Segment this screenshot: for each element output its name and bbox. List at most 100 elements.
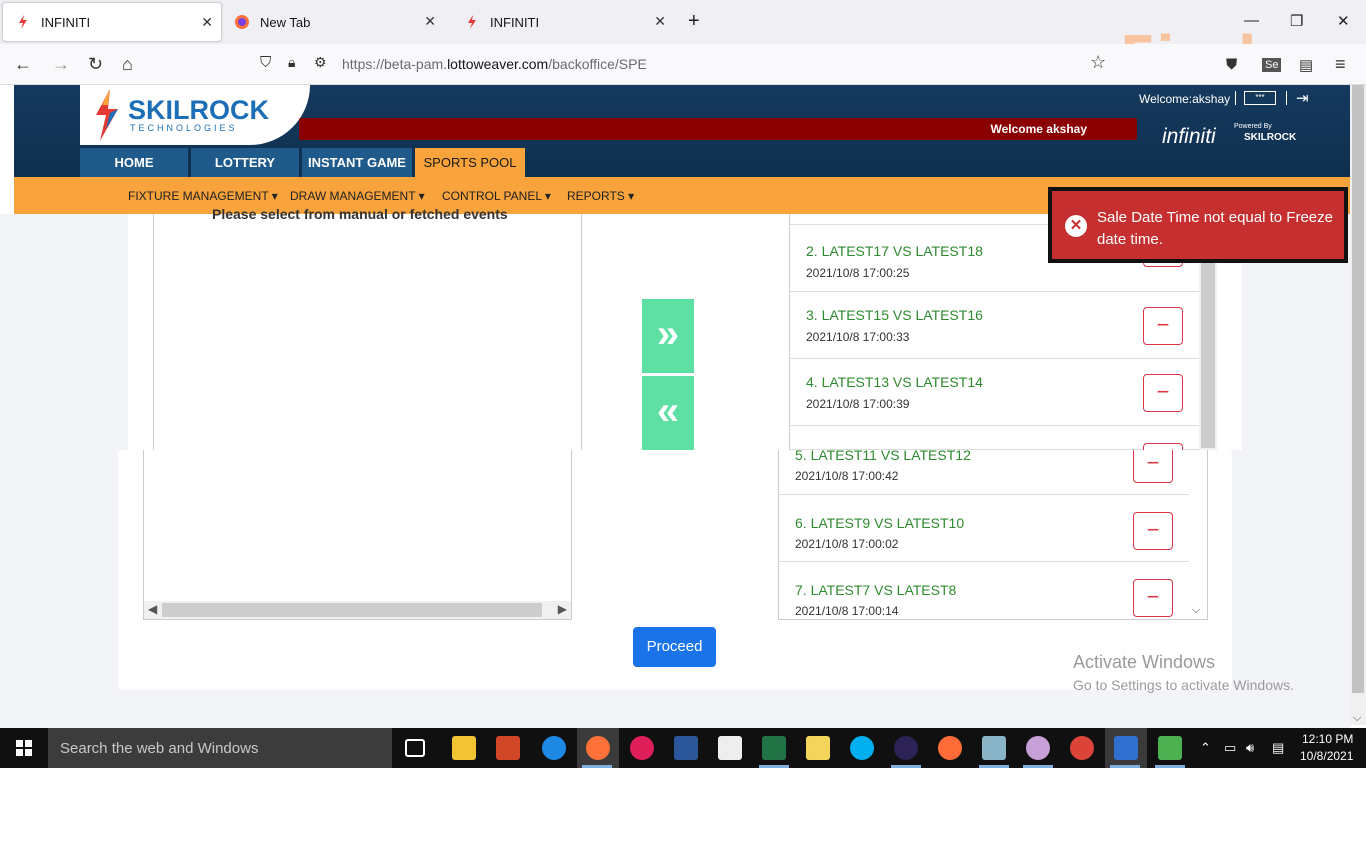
add-all-button[interactable]: » — [642, 299, 694, 373]
remove-event-button[interactable] — [1143, 443, 1183, 450]
slack-icon[interactable] — [630, 736, 654, 760]
paint-icon[interactable] — [1026, 736, 1050, 760]
logout-icon[interactable]: ⇥ — [1296, 89, 1309, 107]
change-password-box[interactable]: *** — [1244, 91, 1276, 105]
battery-icon[interactable]: ▭ — [1224, 740, 1236, 756]
remove-event-button[interactable]: − — [1143, 374, 1183, 412]
remove-event-button[interactable]: − — [1133, 579, 1173, 617]
logo-name: SKILROCK — [128, 95, 269, 125]
event-time: 2021/10/8 17:00:42 — [795, 469, 899, 483]
chrome-icon[interactable] — [1070, 736, 1094, 760]
tab-sports-pool[interactable]: SPORTS POOL — [415, 148, 525, 177]
url-bar[interactable]: ⛉ 🔒︎ ⚙︎ https://beta-pam.lottoweaver.com… — [252, 49, 1120, 79]
windows-taskbar: Search the web and Windows ⌃ ▭ 🔊︎ ▤ 12:1… — [0, 728, 1366, 768]
tab-close-icon[interactable]: ✕ — [424, 13, 436, 30]
clock-date[interactable]: 10/8/2021 — [1300, 749, 1353, 763]
powered-by-label: Powered By — [1234, 123, 1272, 130]
powerpoint-icon[interactable] — [496, 736, 520, 760]
forward-arrow-icon[interactable]: → — [52, 54, 70, 75]
scroll-thumb[interactable] — [162, 603, 542, 617]
tab-close-icon[interactable]: ✕ — [654, 13, 666, 30]
welcome-banner-text: Welcome akshay — [990, 122, 1088, 136]
left-panel-title: Please select from manual or fetched eve… — [212, 206, 508, 222]
menu-fixture-management[interactable]: FIXTURE MANAGEMENT ▾ — [128, 189, 278, 203]
notifications-icon[interactable]: ▤ — [1272, 740, 1284, 756]
remove-event-button[interactable]: − — [1133, 512, 1173, 550]
event-time: 2021/10/8 17:00:14 — [795, 604, 899, 618]
scroll-down-chevron-icon[interactable]: ⌵ — [1353, 712, 1361, 725]
home-icon[interactable]: ⌂ — [122, 54, 133, 75]
tab-instant-game[interactable]: INSTANT GAME — [302, 148, 412, 177]
sticky-notes-icon[interactable] — [806, 736, 830, 760]
available-events-panel[interactable]: Please select from manual or fetched eve… — [153, 206, 582, 450]
eclipse-icon[interactable] — [894, 736, 918, 760]
skilrock-logo[interactable]: SKILROCK TECHNOLOGIES — [80, 85, 310, 145]
notepad-icon[interactable] — [982, 736, 1006, 760]
word-icon[interactable] — [674, 736, 698, 760]
scroll-down-chevron-icon[interactable]: ⌵ — [1192, 604, 1200, 617]
list-item: 4. LATEST13 VS LATEST14 2021/10/8 17:00:… — [790, 359, 1199, 426]
tab-home[interactable]: HOME — [80, 148, 188, 177]
tray-chevron-icon[interactable]: ⌃ — [1200, 740, 1211, 756]
remove-event-button[interactable]: − — [1133, 450, 1173, 483]
event-name: 6. LATEST9 VS LATEST10 — [795, 515, 965, 531]
page-vertical-scrollbar[interactable]: ⌵ — [1350, 85, 1366, 725]
file-explorer-icon[interactable] — [452, 736, 476, 760]
shield-icon[interactable]: ⛉ — [260, 54, 271, 71]
firefox-icon[interactable] — [586, 736, 610, 760]
url-text[interactable]: https://beta-pam.lottoweaver.com/backoff… — [342, 56, 647, 72]
extension-icon[interactable]: ▤ — [1299, 56, 1313, 74]
menu-draw-management[interactable]: DRAW MANAGEMENT ▾ — [290, 189, 425, 203]
browser-tab-infiniti-1[interactable]: INFINITI ✕ — [2, 2, 222, 42]
store-icon[interactable] — [718, 736, 742, 760]
excel-icon[interactable] — [762, 736, 786, 760]
taskbar-search[interactable]: Search the web and Windows — [48, 728, 392, 768]
volume-icon[interactable]: 🔊︎ — [1246, 740, 1254, 756]
list-item: 7. LATEST7 VS LATEST8 2021/10/8 17:00:14… — [779, 562, 1189, 619]
active-indicator — [1110, 765, 1140, 768]
tab-close-icon[interactable]: ✕ — [201, 14, 213, 31]
menu-control-panel[interactable]: CONTROL PANEL ▾ — [442, 189, 551, 203]
windows-start-icon[interactable] — [16, 740, 32, 756]
active-indicator — [759, 765, 789, 768]
proceed-button[interactable]: Proceed — [633, 627, 716, 667]
bookmark-star-icon[interactable]: ☆ — [1090, 52, 1106, 73]
tab-lottery[interactable]: LOTTERY — [191, 148, 299, 177]
postman-icon[interactable] — [938, 736, 962, 760]
scroll-left-icon[interactable]: ◀ — [148, 602, 157, 616]
available-events-panel[interactable]: ◀ ▶ — [143, 450, 572, 620]
activate-windows-subtitle: Go to Settings to activate Windows. — [1073, 677, 1294, 693]
remove-all-button[interactable]: « — [642, 376, 694, 450]
browser-tab-infiniti-2[interactable]: INFINITI ✕ — [452, 2, 674, 42]
reload-icon[interactable]: ↻ — [88, 54, 103, 75]
active-indicator — [1155, 765, 1185, 768]
new-tab-plus-icon[interactable]: + — [688, 10, 700, 33]
toast-message: Sale Date Time not equal to Freeze date … — [1097, 209, 1333, 248]
event-time: 2021/10/8 17:00:02 — [795, 537, 899, 551]
active-indicator — [582, 765, 612, 768]
pocket-icon[interactable]: ⛊ — [1226, 56, 1237, 73]
remove-event-button[interactable]: − — [1143, 307, 1183, 345]
back-arrow-icon[interactable]: ← — [14, 54, 32, 75]
active-indicator — [891, 765, 921, 768]
error-toast[interactable]: ✕ Sale Date Time not equal to Freeze dat… — [1048, 187, 1348, 263]
task-view-icon[interactable] — [405, 739, 425, 757]
browser-tab-new-tab[interactable]: New Tab ✕ — [222, 2, 444, 42]
selenium-icon[interactable]: Se — [1262, 58, 1282, 72]
powered-by-brand: SKILROCK — [1244, 132, 1297, 143]
anydesk-icon[interactable] — [1114, 736, 1138, 760]
lock-icon[interactable]: 🔒︎ — [288, 54, 295, 71]
menu-reports[interactable]: REPORTS ▾ — [567, 189, 634, 203]
clock-time[interactable]: 12:10 PM — [1302, 732, 1353, 746]
welcome-user: Welcome:akshay — [1139, 92, 1231, 106]
scroll-right-icon[interactable]: ▶ — [558, 602, 567, 616]
edge-icon[interactable] — [542, 736, 566, 760]
menu-hamburger-icon[interactable]: ≡ — [1335, 54, 1346, 75]
skype-icon[interactable] — [850, 736, 874, 760]
scroll-thumb[interactable] — [1352, 85, 1364, 693]
permissions-icon[interactable]: ⚙︎ — [314, 54, 327, 71]
horizontal-scrollbar[interactable]: ◀ ▶ — [144, 601, 571, 619]
task-manager-icon[interactable] — [1158, 736, 1182, 760]
event-time: 2021/10/8 17:00:33 — [806, 330, 910, 344]
list-item: 6. LATEST9 VS LATEST10 2021/10/8 17:00:0… — [779, 495, 1189, 562]
